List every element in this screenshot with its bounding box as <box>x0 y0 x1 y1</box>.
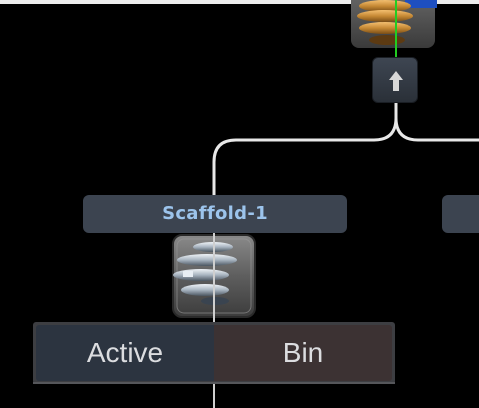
adjacent-node-label[interactable] <box>442 195 479 233</box>
node-graph-canvas[interactable]: Scaffold-1 Active Bin <box>0 0 479 408</box>
wire-to-right-node <box>394 117 479 142</box>
arrow-up-icon <box>389 71 403 91</box>
output-port-button[interactable] <box>372 57 418 103</box>
active-mode-button[interactable]: Active <box>36 325 214 381</box>
bin-mode-button[interactable]: Bin <box>214 325 392 381</box>
upstream-node-icon[interactable] <box>345 0 441 52</box>
scaffold-icon[interactable] <box>171 233 257 319</box>
node-label[interactable]: Scaffold-1 <box>83 195 347 233</box>
mode-toggle-underline <box>33 382 395 384</box>
wire-to-scaffold <box>212 103 398 196</box>
